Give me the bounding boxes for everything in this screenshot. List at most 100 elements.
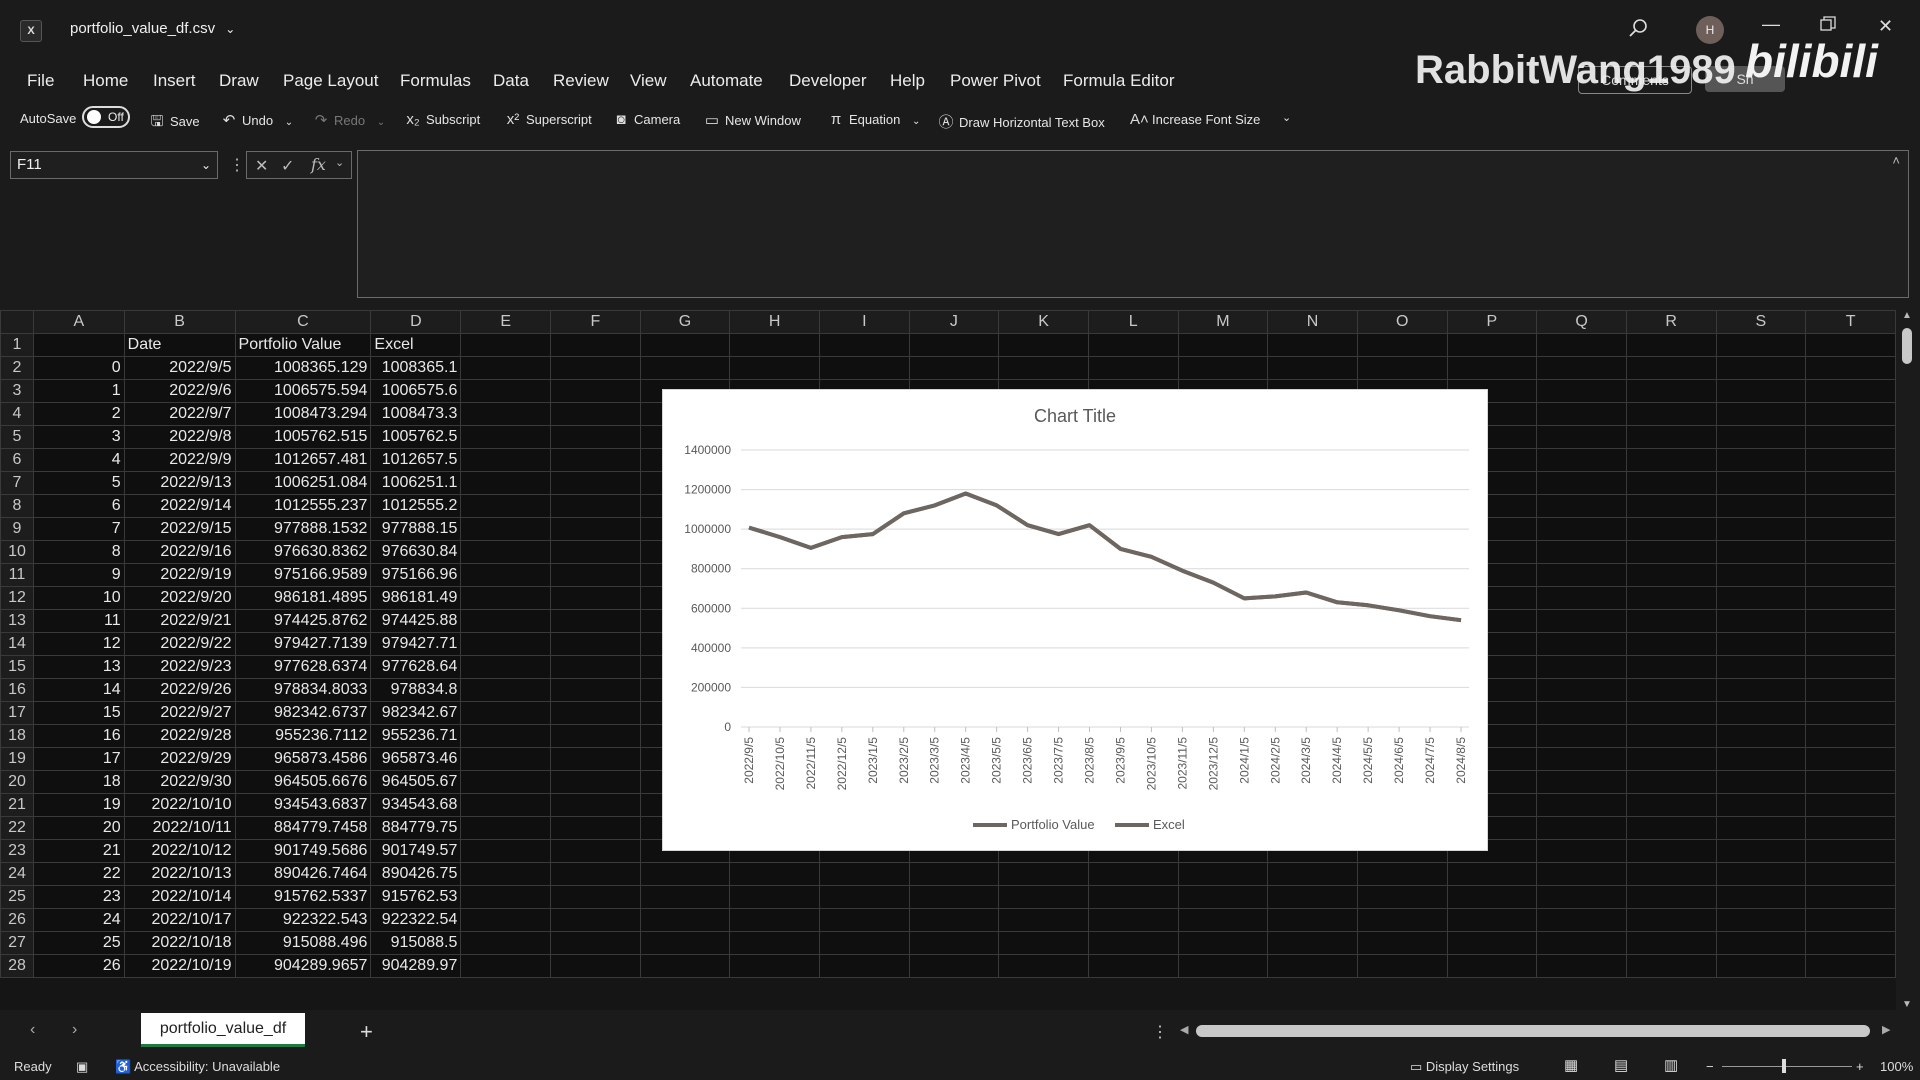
menu-page-layout[interactable]: Page Layout	[283, 71, 378, 91]
cell[interactable]: 1006575.6	[370, 379, 462, 403]
cell[interactable]	[1625, 793, 1717, 817]
cell[interactable]	[1625, 632, 1717, 656]
cell[interactable]	[1805, 701, 1896, 725]
cell[interactable]	[550, 885, 641, 909]
cell[interactable]: 904289.97	[370, 954, 462, 978]
page-break-view-icon[interactable]: ▥	[1664, 1056, 1678, 1074]
cell[interactable]	[1536, 540, 1627, 564]
page-layout-view-icon[interactable]: ▤	[1614, 1056, 1628, 1074]
cell[interactable]	[639, 333, 731, 357]
cell[interactable]	[1536, 632, 1627, 656]
cell[interactable]	[550, 632, 641, 656]
cell[interactable]	[550, 931, 641, 955]
cell[interactable]	[1356, 356, 1448, 380]
cell[interactable]: 915762.53	[370, 885, 462, 909]
cell[interactable]	[1536, 816, 1627, 840]
cell[interactable]	[1087, 954, 1179, 978]
cell[interactable]	[460, 862, 551, 886]
cell[interactable]	[1177, 954, 1269, 978]
cell[interactable]	[550, 839, 641, 863]
column-header[interactable]: E	[460, 310, 551, 334]
cell[interactable]: 2022/9/6	[123, 379, 236, 403]
row-header[interactable]: 9	[0, 517, 34, 541]
menu-file[interactable]: File	[27, 71, 54, 91]
cell[interactable]	[460, 747, 551, 771]
cell[interactable]	[1087, 333, 1179, 357]
cell[interactable]	[1536, 954, 1627, 978]
cell[interactable]	[998, 885, 1089, 909]
cell[interactable]: 22	[32, 862, 125, 886]
prev-sheet-icon[interactable]: ‹	[30, 1021, 35, 1039]
cell[interactable]: 2022/10/19	[123, 954, 236, 978]
cell[interactable]	[550, 816, 641, 840]
cell[interactable]	[818, 333, 910, 357]
cell[interactable]	[1715, 494, 1807, 518]
cell[interactable]	[460, 494, 551, 518]
cell[interactable]: 8	[32, 540, 125, 564]
cell[interactable]	[1536, 770, 1627, 794]
menu-insert[interactable]: Insert	[153, 71, 196, 91]
row-header[interactable]: 22	[0, 816, 34, 840]
cell[interactable]	[1536, 425, 1627, 449]
cell[interactable]	[550, 655, 641, 679]
cell[interactable]	[998, 954, 1089, 978]
cell[interactable]	[1715, 862, 1807, 886]
cell[interactable]: 10	[32, 586, 125, 610]
cell[interactable]: 1005762.5	[370, 425, 462, 449]
cell[interactable]: 2022/9/9	[123, 448, 236, 472]
display-settings-button[interactable]: ▭ Display Settings	[1410, 1059, 1519, 1075]
cell[interactable]	[550, 563, 641, 587]
cell[interactable]	[460, 954, 551, 978]
cell[interactable]	[1536, 563, 1627, 587]
next-sheet-icon[interactable]: ›	[72, 1021, 77, 1039]
cell[interactable]	[1625, 816, 1717, 840]
cell[interactable]	[1087, 862, 1179, 886]
cell[interactable]: 976630.8362	[234, 540, 372, 564]
search-icon[interactable]	[1628, 18, 1648, 43]
cell[interactable]	[1625, 747, 1717, 771]
cell[interactable]	[550, 402, 641, 426]
cell[interactable]	[1536, 908, 1627, 932]
cell[interactable]	[1625, 402, 1717, 426]
close-icon[interactable]: ✕	[1878, 16, 1893, 37]
cell[interactable]	[639, 908, 731, 932]
cell[interactable]	[550, 379, 641, 403]
cell[interactable]	[1715, 724, 1807, 748]
cell[interactable]: 890426.75	[370, 862, 462, 886]
cell[interactable]: 904289.9657	[234, 954, 372, 978]
cell[interactable]	[998, 333, 1089, 357]
cell[interactable]	[1715, 517, 1807, 541]
cell[interactable]	[460, 931, 551, 955]
row-header[interactable]: 18	[0, 724, 34, 748]
cell[interactable]	[1715, 540, 1807, 564]
cell[interactable]: 1006251.1	[370, 471, 462, 495]
scroll-left-icon[interactable]: ◀	[1180, 1023, 1188, 1036]
cell[interactable]	[1087, 356, 1179, 380]
menu-review[interactable]: Review	[553, 71, 609, 91]
cell[interactable]	[1625, 471, 1717, 495]
cell[interactable]	[550, 448, 641, 472]
cell[interactable]	[460, 885, 551, 909]
cell[interactable]	[1536, 701, 1627, 725]
menu-developer[interactable]: Developer	[789, 71, 867, 91]
row-header[interactable]: 25	[0, 885, 34, 909]
cell[interactable]	[1177, 862, 1269, 886]
cell[interactable]	[1805, 931, 1896, 955]
cell[interactable]	[460, 563, 551, 587]
cell[interactable]	[1715, 931, 1807, 955]
cell[interactable]	[460, 770, 551, 794]
cell[interactable]: 2022/9/20	[123, 586, 236, 610]
cell[interactable]	[550, 517, 641, 541]
cell[interactable]	[1625, 609, 1717, 633]
cell[interactable]	[550, 586, 641, 610]
window-title[interactable]: portfolio_value_df.csv ⌄	[70, 20, 235, 37]
cell[interactable]: 982342.67	[370, 701, 462, 725]
column-header[interactable]: T	[1805, 310, 1896, 334]
cell[interactable]	[460, 816, 551, 840]
column-header[interactable]: O	[1356, 310, 1448, 334]
cell[interactable]	[1805, 885, 1896, 909]
cell[interactable]	[1625, 333, 1717, 357]
cell[interactable]	[1805, 425, 1896, 449]
cell[interactable]	[729, 885, 820, 909]
cell[interactable]: Excel	[370, 333, 462, 357]
